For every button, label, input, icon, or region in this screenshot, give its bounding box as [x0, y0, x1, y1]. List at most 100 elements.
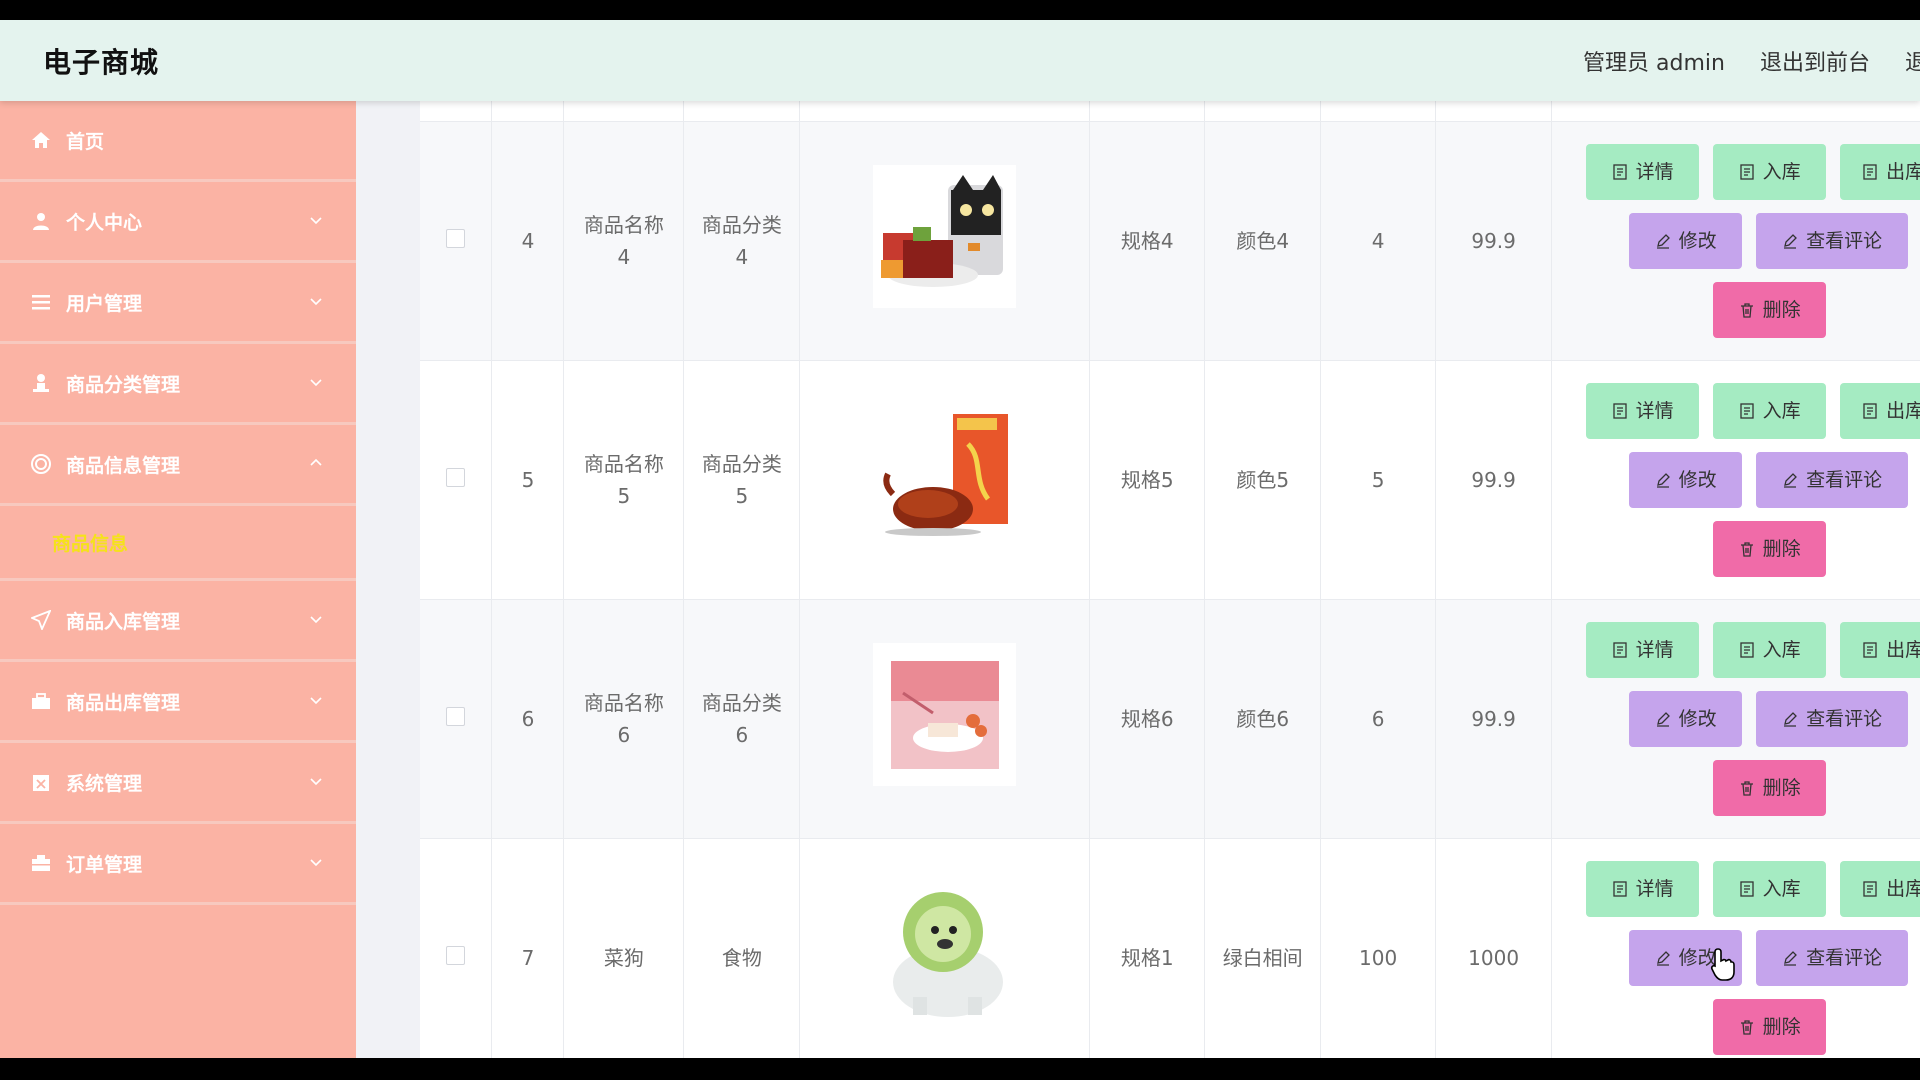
cell-spec: 规格5 — [1089, 360, 1206, 600]
document-icon — [1739, 402, 1754, 419]
chevron-down-icon — [310, 616, 322, 624]
document-icon — [1739, 880, 1754, 897]
row-checkbox[interactable] — [446, 945, 466, 965]
sidebar-item-order-management[interactable]: 订单管理 — [0, 824, 356, 905]
cell-price: 99.9 — [1435, 599, 1553, 839]
target-icon — [30, 453, 52, 475]
list-icon — [30, 291, 52, 313]
button-label: 删除 — [1762, 298, 1801, 321]
document-icon — [1863, 163, 1877, 180]
sidebar-item-label: 订单管理 — [66, 853, 143, 876]
stock-out-button[interactable]: 出库 — [1840, 382, 1920, 439]
edit-button[interactable]: 修改 — [1629, 690, 1743, 747]
pencil-icon — [1784, 472, 1797, 488]
delete-button[interactable]: 删除 — [1713, 520, 1827, 577]
stock-in-button[interactable]: 入库 — [1713, 143, 1827, 200]
cell-spec: 规格4 — [1089, 121, 1206, 361]
sidebar-item-personal-center[interactable]: 个人中心 — [0, 182, 356, 263]
button-label: 出库 — [1886, 160, 1920, 183]
chevron-down-icon — [310, 217, 322, 225]
delete-button[interactable]: 删除 — [1713, 998, 1827, 1055]
button-label: 入库 — [1762, 160, 1801, 183]
cell-id: 6 — [491, 599, 565, 839]
sidebar-item-user-management[interactable]: 用户管理 — [0, 263, 356, 344]
button-label: 修改 — [1678, 229, 1717, 252]
cell-quantity: 100 — [1320, 838, 1437, 1058]
cell-price: 99.9 — [1435, 121, 1553, 361]
chevron-down-icon — [310, 697, 322, 705]
bottom-letterbox — [0, 1058, 1920, 1080]
logout-link[interactable]: 退 — [1905, 45, 1920, 77]
admin-label: 管理员 admin — [1583, 50, 1725, 76]
stock-out-button[interactable]: 出库 — [1840, 621, 1920, 678]
detail-button[interactable]: 详情 — [1586, 143, 1700, 200]
header-links: 管理员 admin 退出到前台 退 — [1583, 45, 1920, 77]
delete-button[interactable]: 删除 — [1713, 759, 1827, 816]
exit-to-frontend-link[interactable]: 退出到前台 — [1760, 45, 1870, 77]
button-label: 出库 — [1886, 638, 1920, 661]
row-actions: 详情 入库 出库 修改 查看评论 删除 — [1552, 122, 1920, 360]
chevron-down-icon — [310, 298, 322, 306]
table-row: 4 商品名称 4 商品分类 4 规格4 颜色4 4 99.9 详情 入库 出库 … — [420, 121, 1920, 361]
edit-button[interactable]: 修改 — [1629, 451, 1743, 508]
button-label: 详情 — [1635, 877, 1674, 900]
product-image-snack-pack[interactable] — [873, 164, 1017, 308]
home-icon — [30, 129, 52, 151]
delete-button[interactable]: 删除 — [1713, 281, 1827, 338]
row-checkbox[interactable] — [446, 467, 466, 487]
product-image-roast-duck[interactable] — [873, 403, 1017, 547]
sidebar-item-label: 商品入库管理 — [66, 610, 181, 633]
trash-icon — [1740, 780, 1753, 796]
product-image-pink-dessert[interactable] — [873, 642, 1017, 786]
product-image-cabbage-dog[interactable] — [873, 881, 1017, 1025]
detail-button[interactable]: 详情 — [1586, 860, 1700, 917]
table-row: 7 菜狗 食物 规格1 绿白相间 100 1000 详情 入库 出库 修改 查看… — [420, 838, 1920, 1058]
cell-id: 4 — [491, 121, 565, 361]
row-checkbox[interactable] — [446, 706, 466, 726]
cell-name: 商品名称 5 — [563, 360, 685, 600]
button-label: 修改 — [1678, 468, 1717, 491]
row-checkbox[interactable] — [446, 228, 466, 248]
detail-button[interactable]: 详情 — [1586, 382, 1700, 439]
cell-id: 5 — [491, 360, 565, 600]
view-comments-button[interactable]: 查看评论 — [1756, 929, 1909, 986]
sidebar-item-stock-out-management[interactable]: 商品出库管理 — [0, 662, 356, 743]
sidebar-item-system-management[interactable]: 系统管理 — [0, 743, 356, 824]
table-row: 5 商品名称 5 商品分类 5 规格5 颜色5 5 99.9 详情 入库 出库 … — [420, 360, 1920, 600]
cell-id: 7 — [491, 838, 565, 1058]
edit-button[interactable]: 修改 — [1629, 212, 1743, 269]
chevron-up-icon — [310, 458, 322, 466]
sidebar-subitem-product-info[interactable]: 商品信息 — [0, 506, 356, 581]
stock-in-button[interactable]: 入库 — [1713, 621, 1827, 678]
chevron-down-icon — [310, 859, 322, 867]
button-label: 入库 — [1762, 399, 1801, 422]
pencil-icon — [1784, 233, 1797, 249]
document-icon — [1612, 163, 1627, 180]
sidebar-item-home[interactable]: 首页 — [0, 101, 356, 182]
row-actions: 详情 入库 出库 修改 查看评论 删除 — [1552, 839, 1920, 1059]
button-label: 查看评论 — [1806, 707, 1883, 730]
app-viewport: 电子商城 管理员 admin 退出到前台 退 首页 个人中心 用户管理 商品分类… — [0, 20, 1920, 1058]
cell-category: 商品分类 4 — [683, 121, 801, 361]
view-comments-button[interactable]: 查看评论 — [1756, 451, 1909, 508]
sidebar-item-product-info-management[interactable]: 商品信息管理 — [0, 425, 356, 506]
document-icon — [1739, 163, 1754, 180]
stock-in-button[interactable]: 入库 — [1713, 382, 1827, 439]
cell-quantity: 4 — [1320, 121, 1437, 361]
sidebar-item-stock-in-management[interactable]: 商品入库管理 — [0, 581, 356, 662]
stock-in-button[interactable]: 入库 — [1713, 860, 1827, 917]
cell-category: 食物 — [683, 838, 801, 1058]
button-label: 详情 — [1635, 638, 1674, 661]
send-icon — [30, 609, 52, 631]
view-comments-button[interactable]: 查看评论 — [1756, 212, 1909, 269]
detail-button[interactable]: 详情 — [1586, 621, 1700, 678]
cell-quantity: 6 — [1320, 599, 1437, 839]
button-label: 删除 — [1762, 776, 1801, 799]
view-comments-button[interactable]: 查看评论 — [1756, 690, 1909, 747]
stock-out-button[interactable]: 出库 — [1840, 143, 1920, 200]
stock-out-button[interactable]: 出库 — [1840, 860, 1920, 917]
pencil-icon — [1656, 950, 1670, 966]
sidebar-item-category-management[interactable]: 商品分类管理 — [0, 344, 356, 425]
button-label: 查看评论 — [1806, 946, 1883, 969]
document-icon — [1863, 641, 1877, 658]
